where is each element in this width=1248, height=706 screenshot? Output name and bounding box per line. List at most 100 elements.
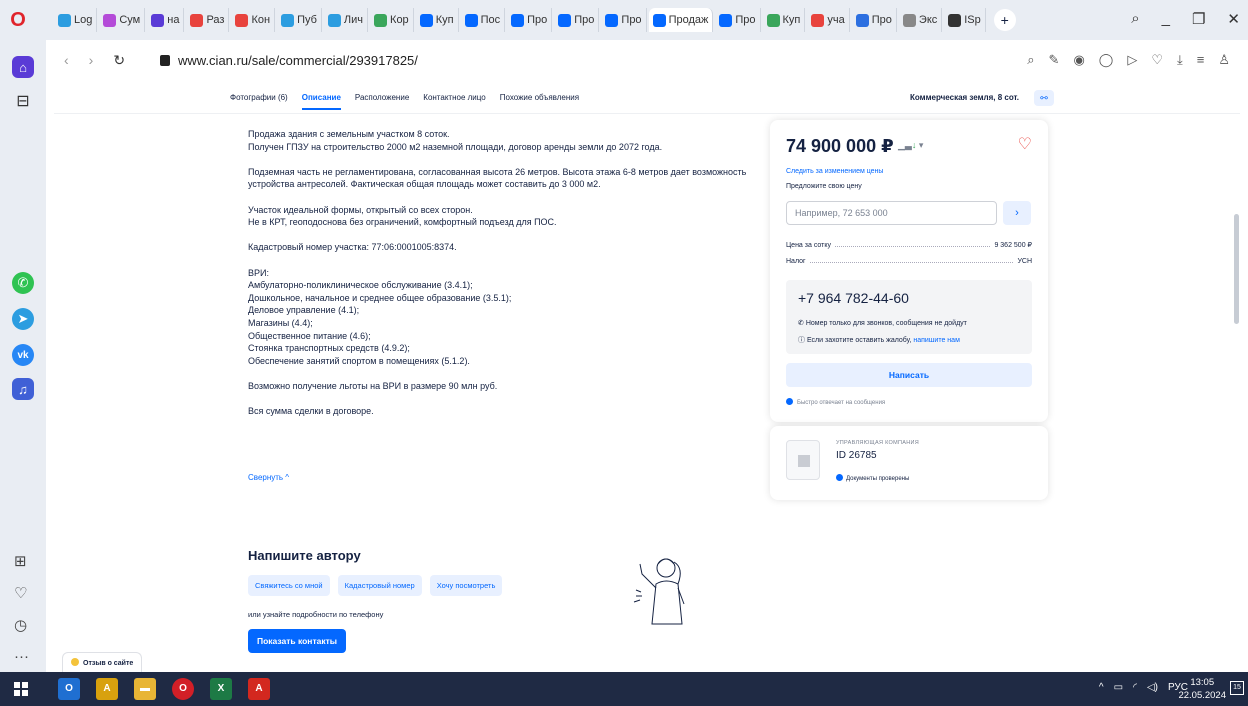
file-explorer-icon[interactable]: ▬ [134,678,156,700]
offer-submit-button[interactable]: › [1003,201,1031,225]
edit-icon[interactable]: ✎ [1049,52,1060,68]
tab-similar[interactable]: Похожие объявления [500,93,579,110]
clock[interactable]: 13:05 22.05.2024 [1178,676,1226,702]
browser-tab[interactable]: Про [852,8,897,32]
chip-contact-me[interactable]: Свяжитесь со мной [248,575,330,596]
search-tabs-icon[interactable]: ⌕ [1131,10,1139,28]
excel-icon[interactable]: X [210,678,232,700]
browser-tab[interactable]: Кор [370,8,414,32]
tab-photos[interactable]: Фотографии (6) [230,93,288,110]
acrobat-icon[interactable]: A [248,678,270,700]
browser-tab[interactable]: Лич [324,8,369,32]
show-contacts-button[interactable]: Показать контакты [248,629,347,653]
browser-tab[interactable]: Раз [186,8,230,32]
browser-tab[interactable]: Экс [899,8,943,32]
price-history-icon[interactable]: ▁▃↓ ▾ [898,140,923,151]
tab-favicon-icon [327,13,341,27]
browser-tab[interactable]: Про [715,8,761,32]
collapse-link[interactable]: Свернуть ^ [248,473,289,482]
browser-tab[interactable]: Про [601,8,647,32]
system-tray: ^ ▭ ◜ ◁) РУС [1099,682,1188,693]
agency-card[interactable]: УПРАВЛЯЮЩАЯ КОМПАНИЯ ID 26785 Документы … [770,426,1048,500]
url-text: www.cian.ru/sale/commercial/293917825/ [178,53,418,68]
clock-date: 22.05.2024 [1178,690,1226,701]
phone-box: +7 964 782-44-60 ✆ Номер только для звон… [786,280,1032,354]
battery-icon[interactable]: ▭ [1114,682,1123,693]
browser-tab[interactable]: Пуб [277,8,322,32]
url-field[interactable]: www.cian.ru/sale/commercial/293917825/ [160,53,418,68]
profile-icon[interactable]: ♙ [1218,52,1230,68]
write-us-link[interactable]: напишите нам [913,337,960,344]
track-price-link[interactable]: Следить за изменением цены [786,168,883,175]
scrollbar[interactable] [1232,84,1240,672]
home-icon[interactable]: ⌂ [12,56,34,78]
telegram-icon[interactable]: ➤ [12,308,34,330]
clock-time: 13:05 [1190,677,1215,688]
search-icon[interactable]: ⌕ [1027,52,1034,68]
offer-price-input[interactable]: Например, 72 653 000 [786,201,997,225]
windows-start-icon[interactable] [14,682,28,696]
volume-icon[interactable]: ◁) [1147,682,1158,693]
fast-reply-badge: Быстро отвечает на сообщения [786,398,885,406]
heart-icon[interactable]: ♡ [1151,52,1163,68]
opera-taskbar-icon[interactable]: O [172,678,194,700]
wifi-icon[interactable]: ◜ [1133,682,1137,693]
send-icon[interactable]: ▷ [1127,52,1137,68]
new-tab-icon[interactable]: + [993,9,1016,31]
whatsapp-icon[interactable]: ✆ [12,272,34,294]
chip-cadastral-number[interactable]: Кадастровый номер [337,575,422,596]
shield-icon[interactable]: ◯ [1099,52,1114,68]
browser-tab[interactable]: Продаж [648,8,714,32]
browser-tab[interactable]: Пос [461,8,506,32]
browser-tab[interactable]: Куп [763,8,806,32]
tab-label: Пуб [297,14,317,26]
agency-id[interactable]: ID 26785 [836,450,877,461]
maximize-icon[interactable]: ❐ [1192,10,1205,28]
browser-tab[interactable]: Про [554,8,600,32]
tab-description[interactable]: Описание [301,93,341,110]
forward-icon[interactable]: › [89,52,94,69]
opera-logo-icon[interactable]: O [6,8,30,32]
tab-label: Куп [435,14,454,26]
download-icon[interactable]: ⤓ [1177,52,1183,68]
browser-tab[interactable]: на [147,8,185,32]
agency-logo [786,440,820,480]
tab-label: Лич [343,14,364,26]
tab-location[interactable]: Расположение [355,93,409,110]
browser-tab[interactable]: уча [807,8,850,32]
chart-app-icon[interactable]: A [96,678,118,700]
more-icon[interactable]: ··· [14,648,29,665]
tray-up-arrow-icon[interactable]: ^ [1099,682,1104,693]
minimize-icon[interactable]: _ [1162,10,1170,28]
vk-icon[interactable]: vk [12,344,34,366]
feedback-tab[interactable]: Отзыв о сайте [62,652,143,672]
music-player-icon[interactable]: ♫ [12,378,34,400]
scroll-thumb[interactable] [1234,214,1239,324]
price-per-sotka-value: 9 362 500 ₽ [994,242,1032,249]
browser-tab[interactable]: ISp [944,8,986,32]
browser-tab[interactable]: Куп [416,8,459,32]
notifications-icon[interactable]: 15 [1230,681,1244,695]
menu-icon[interactable]: ≡ [1197,52,1205,68]
browser-tab[interactable]: Кон [231,8,276,32]
price-per-sotka-label: Цена за сотку [786,242,831,249]
camera-icon[interactable]: ◉ [1073,52,1084,68]
extensions-icon[interactable]: ⊞ [14,552,29,570]
browser-tab[interactable]: Log [54,8,98,32]
tab-contact[interactable]: Контактное лицо [423,93,485,110]
browser-tab[interactable]: Про [507,8,553,32]
close-icon[interactable]: ✕ [1227,10,1240,28]
tab-label: Пос [480,14,501,26]
favorite-heart-icon[interactable]: ♡ [1018,134,1032,154]
back-icon[interactable]: ‹ [64,52,69,69]
reload-icon[interactable]: ↻ [113,52,125,69]
chip-want-to-see[interactable]: Хочу посмотреть [429,575,503,596]
workspace-icon[interactable]: ⊟ [12,90,34,112]
write-message-button[interactable]: Написать [786,363,1032,387]
favorites-icon[interactable]: ♡ [14,584,29,602]
share-icon[interactable]: ⚯ [1034,90,1054,106]
outlook-icon[interactable]: O [58,678,80,700]
browser-tab[interactable]: Сум [99,8,146,32]
phone-number[interactable]: +7 964 782-44-60 [798,290,909,306]
history-icon[interactable]: ◷ [14,616,29,634]
